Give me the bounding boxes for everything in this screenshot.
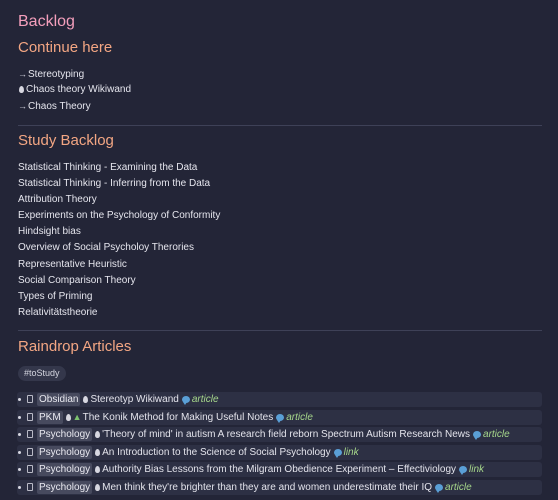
comment-icon <box>333 448 342 458</box>
study-item[interactable]: Social Comparison Theory <box>18 273 220 289</box>
clipboard-icon <box>27 430 33 438</box>
article-row[interactable]: Psychology Authority Bias Lessons from th… <box>17 462 542 477</box>
study-list: Statistical Thinking - Examining the Dat… <box>18 160 220 321</box>
continue-heading: Continue here <box>18 39 113 56</box>
article-title[interactable]: Stereotyp Wikiwand <box>90 394 178 405</box>
study-item[interactable]: Hindsight bias <box>18 224 220 240</box>
comment-icon <box>435 483 444 493</box>
page-title: Backlog <box>18 13 75 30</box>
article-row[interactable]: Psychology Men think they're brighter tha… <box>17 479 542 495</box>
comment-icon <box>181 396 190 405</box>
clipboard-icon <box>27 395 33 403</box>
category-badge: Obsidian <box>37 393 81 406</box>
tag-to-study[interactable]: #toStudy <box>18 366 66 381</box>
study-item[interactable]: Types of Priming <box>18 289 220 305</box>
raindrop-icon <box>19 86 24 94</box>
article-kind: article <box>483 429 510 440</box>
article-row[interactable]: Obsidian Stereotyp Wikiwand article <box>17 392 542 407</box>
tree-icon: ▲ <box>72 411 82 422</box>
article-kind: link <box>469 464 485 475</box>
continue-item-label: Chaos Theory <box>28 101 91 113</box>
divider <box>18 125 542 126</box>
arrow-icon: → <box>18 101 27 112</box>
article-kind: article <box>445 481 472 493</box>
raindrop-icon <box>95 483 101 491</box>
study-item[interactable]: Overview of Social Psycholoy Therories <box>18 240 220 256</box>
note-page: Backlog Continue here →Stereotyping Chao… <box>0 0 558 500</box>
article-kind: article <box>191 394 219 405</box>
category-badge: Psychology <box>37 428 93 441</box>
comment-icon <box>459 466 468 475</box>
continue-item[interactable]: →Chaos Theory <box>18 98 131 114</box>
category-badge: PKM <box>37 410 63 424</box>
article-kind: article <box>286 411 313 423</box>
category-badge: Psychology <box>37 463 93 476</box>
article-title[interactable]: Authority Bias Lessons from the Milgram … <box>102 464 456 475</box>
continue-list: →Stereotyping Chaos theory Wikiwand →Cha… <box>18 66 131 114</box>
raindrop-icon <box>95 448 101 456</box>
category-badge: Psychology <box>37 480 93 494</box>
category-badge: Psychology <box>37 445 93 459</box>
article-title[interactable]: 'Theory of mind' in autism A research fi… <box>102 429 470 440</box>
study-heading: Study Backlog <box>18 132 114 149</box>
raindrop-icon <box>65 413 71 421</box>
study-item[interactable]: Experiments on the Psychology of Conform… <box>18 208 220 224</box>
continue-item-label: Chaos theory Wikiwand <box>26 84 132 96</box>
article-title[interactable]: An Introduction to the Science of Social… <box>102 447 330 458</box>
article-title[interactable]: The Konik Method for Making Useful Notes <box>83 412 274 423</box>
article-kind: link <box>343 446 359 458</box>
article-title[interactable]: Men think they're brighter than they are… <box>102 482 432 493</box>
raindrop-icon <box>95 466 101 473</box>
study-item[interactable]: Statistical Thinking - Examining the Dat… <box>18 160 220 176</box>
arrow-icon: → <box>18 69 27 79</box>
study-item[interactable]: Relativitätstheorie <box>18 305 220 321</box>
article-row[interactable]: Psychology An Introduction to the Science… <box>17 444 542 460</box>
continue-item-label: Stereotyping <box>28 69 85 80</box>
continue-item[interactable]: →Stereotyping <box>18 66 131 82</box>
raindrop-heading: Raindrop Articles <box>18 338 132 355</box>
clipboard-icon <box>27 412 33 421</box>
raindrop-icon <box>83 396 89 403</box>
clipboard-icon <box>27 447 33 456</box>
continue-item[interactable]: Chaos theory Wikiwand <box>18 82 131 98</box>
study-item[interactable]: Attribution Theory <box>18 192 220 208</box>
comment-icon <box>473 431 482 440</box>
comment-icon <box>276 413 285 423</box>
article-row[interactable]: PKM ▲The Konik Method for Making Useful N… <box>17 409 542 425</box>
study-item[interactable]: Representative Heuristic <box>18 257 220 273</box>
raindrop-article-list: Obsidian Stereotyp Wikiwand article PKM ▲Th… <box>17 392 542 497</box>
study-item[interactable]: Statistical Thinking - Inferring from th… <box>18 176 220 192</box>
raindrop-icon <box>95 431 101 438</box>
article-row[interactable]: Psychology 'Theory of mind' in autism A r… <box>17 427 542 442</box>
divider <box>18 330 542 331</box>
clipboard-icon <box>27 465 33 473</box>
clipboard-icon <box>27 482 33 491</box>
